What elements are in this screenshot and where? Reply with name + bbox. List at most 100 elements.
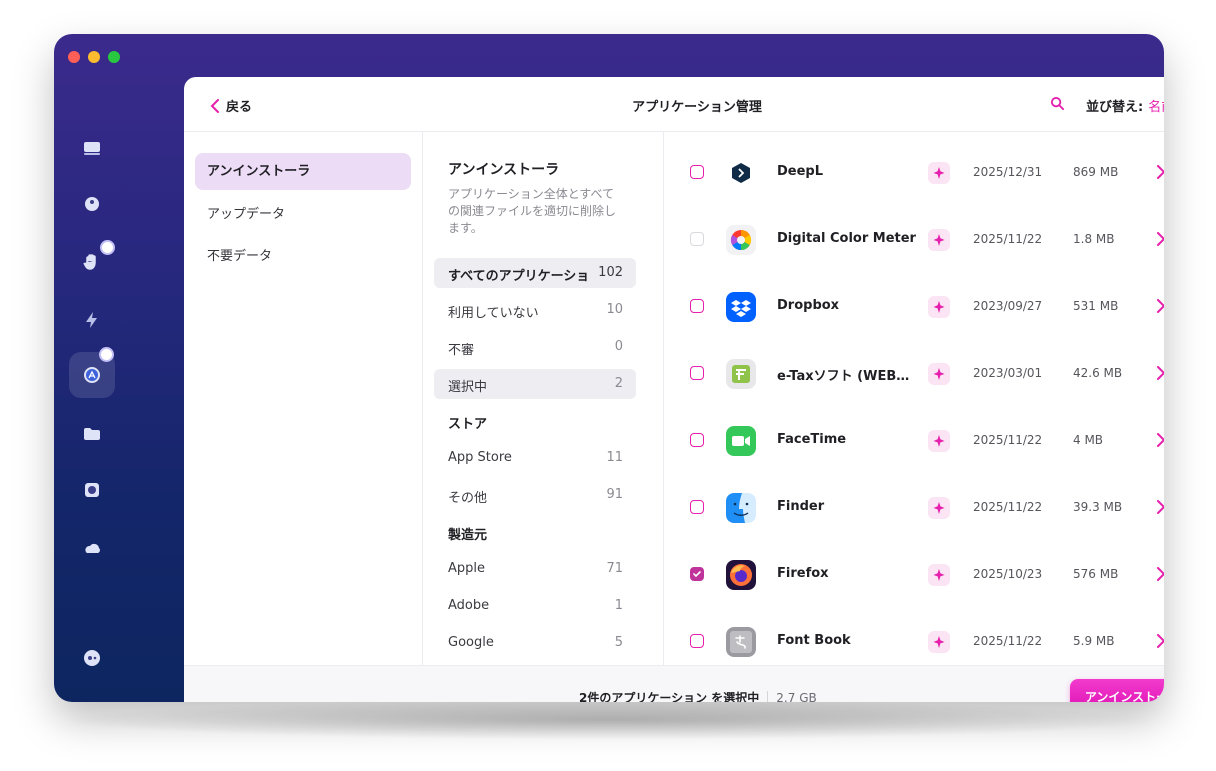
chevron-right-icon[interactable]: [1156, 232, 1164, 246]
rail-my-clutter[interactable]: [76, 418, 108, 450]
app-date: 2025/11/22: [973, 433, 1043, 447]
filter-vendor-adobe[interactable]: Adobe 1: [434, 591, 636, 621]
zoom-window-button[interactable]: [108, 51, 120, 63]
app-checkbox[interactable]: [690, 232, 704, 246]
filter-label: 不審: [448, 343, 475, 358]
app-name: Font Book: [777, 633, 851, 648]
chevron-right-icon[interactable]: [1156, 433, 1164, 447]
app-name: e-Taxソフト (WEB…: [777, 369, 910, 384]
app-checkbox[interactable]: [690, 634, 704, 648]
sort-label: 並び替え:: [1086, 100, 1144, 115]
sparkle-icon[interactable]: [928, 363, 950, 385]
app-date: 2025/11/22: [973, 634, 1043, 648]
sparkle-icon[interactable]: [928, 564, 950, 586]
app-name: Dropbox: [777, 298, 840, 313]
sparkle-icon[interactable]: [928, 296, 950, 318]
app-list: DeepL 2025/12/31 869 MB Digital Color Me…: [664, 131, 1164, 665]
filter-count: 5: [614, 635, 623, 650]
sparkle-icon[interactable]: [928, 162, 950, 184]
app-size: 5.9 MB: [1073, 634, 1115, 648]
app-checkbox[interactable]: [690, 299, 704, 313]
chevron-right-icon[interactable]: [1156, 634, 1164, 648]
filter-suspicious[interactable]: 不審 0: [434, 332, 636, 362]
toolbar: 戻る アプリケーション管理 並び替え: 名前: [184, 77, 1164, 132]
app-name: DeepL: [777, 164, 824, 179]
close-window-button[interactable]: [68, 51, 80, 63]
filter-label: Apple: [448, 561, 486, 576]
app-row-digital-color-meter[interactable]: Digital Color Meter 2025/11/22 1.8 MB: [664, 207, 1164, 273]
app-checkbox[interactable]: [690, 366, 704, 380]
store-heading: ストア: [448, 417, 488, 432]
main-panel: 戻る アプリケーション管理 並び替え: 名前 アンインストーラ アップデータ 不…: [184, 77, 1164, 702]
sidebar-item-leftovers[interactable]: 不要データ: [195, 238, 411, 275]
page-title: アプリケーション管理: [632, 100, 762, 115]
filter-vendor-apple[interactable]: Apple 71: [434, 554, 636, 584]
filter-unused[interactable]: 利用していない 10: [434, 295, 636, 325]
app-size: 1.8 MB: [1073, 232, 1115, 246]
filter-other-store[interactable]: その他 91: [434, 480, 636, 510]
sparkle-icon[interactable]: [928, 430, 950, 452]
app-row-font-book[interactable]: Font Book 2025/11/22 5.9 MB: [664, 609, 1164, 665]
disk-cleanup-icon: [85, 197, 99, 211]
app-checkbox[interactable]: [690, 500, 704, 514]
app-row-etax[interactable]: e-Taxソフト (WEB… 2023/03/01 42.6 MB: [664, 341, 1164, 407]
sparkle-icon[interactable]: [928, 497, 950, 519]
rail-cloud[interactable]: [76, 532, 108, 564]
rail-cleanup[interactable]: [76, 188, 108, 220]
minimize-window-button[interactable]: [88, 51, 100, 63]
etax-icon: [726, 359, 756, 389]
filter-label: 利用していない: [448, 306, 539, 321]
filter-count: 10: [606, 302, 623, 317]
rail-protection[interactable]: [76, 240, 115, 278]
sort-dropdown[interactable]: 並び替え: 名前: [1086, 96, 1164, 115]
lens-icon: [85, 483, 99, 497]
chevron-right-icon[interactable]: [1156, 567, 1164, 581]
chevron-right-icon[interactable]: [1156, 366, 1164, 380]
sidebar-item-uninstaller[interactable]: アンインストーラ: [195, 153, 411, 190]
filter-selected[interactable]: 選択中 2: [434, 369, 636, 399]
module-rail: [54, 94, 130, 702]
assistant-icon: [84, 650, 100, 666]
chevron-right-icon[interactable]: [1156, 500, 1164, 514]
filter-app-store[interactable]: App Store 11: [434, 443, 636, 473]
sidebar-item-updater[interactable]: アップデータ: [195, 196, 411, 233]
sparkle-icon[interactable]: [928, 229, 950, 251]
app-checkbox[interactable]: [690, 165, 704, 179]
app-row-finder[interactable]: Finder 2025/11/22 39.3 MB: [664, 475, 1164, 541]
app-size: 4 MB: [1073, 433, 1104, 447]
vendor-heading: 製造元: [448, 528, 488, 543]
filter-label: すべてのアプリケーショ: [448, 269, 590, 284]
action-bar: 2件のアプリケーション を選択中 2.7 GB アンインストール: [184, 665, 1164, 702]
app-date: 2025/10/23: [973, 567, 1043, 581]
window-controls: [68, 51, 120, 63]
search-icon[interactable]: [1050, 96, 1065, 111]
app-row-dropbox[interactable]: Dropbox 2023/09/27 531 MB: [664, 274, 1164, 340]
app-row-deepl[interactable]: DeepL 2025/12/31 869 MB: [664, 140, 1164, 206]
rail-performance[interactable]: [76, 304, 108, 336]
font-book-icon: [726, 627, 756, 657]
app-checkbox[interactable]: [690, 567, 704, 581]
app-name: Digital Color Meter: [777, 231, 916, 246]
rail-space-lens[interactable]: [76, 474, 108, 506]
filter-count: 2: [614, 376, 623, 391]
rail-assistant[interactable]: [76, 642, 108, 674]
section-sidebar: アンインストーラ アップデータ 不要データ: [184, 131, 423, 665]
app-name: FaceTime: [777, 432, 847, 447]
rail-smart-care[interactable]: [76, 132, 108, 164]
filter-all-apps[interactable]: すべてのアプリケーショ 102: [434, 258, 636, 288]
app-checkbox[interactable]: [690, 433, 704, 447]
app-name: Firefox: [777, 566, 829, 581]
lightning-icon: [86, 312, 97, 328]
rail-applications[interactable]: [69, 347, 115, 398]
sparkle-icon[interactable]: [928, 631, 950, 653]
app-row-facetime[interactable]: FaceTime 2025/11/22 4 MB: [664, 408, 1164, 474]
filter-vendor-google[interactable]: Google 5: [434, 628, 636, 658]
filter-count: 102: [598, 265, 623, 280]
uninstall-button[interactable]: アンインストール: [1070, 679, 1164, 702]
sort-value: 名前: [1148, 100, 1164, 115]
rail-notification-badge: [99, 347, 114, 362]
chevron-right-icon[interactable]: [1156, 299, 1164, 313]
chevron-right-icon[interactable]: [1156, 165, 1164, 179]
app-row-firefox[interactable]: Firefox 2025/10/23 576 MB: [664, 542, 1164, 608]
app-date: 2025/11/22: [973, 500, 1043, 514]
